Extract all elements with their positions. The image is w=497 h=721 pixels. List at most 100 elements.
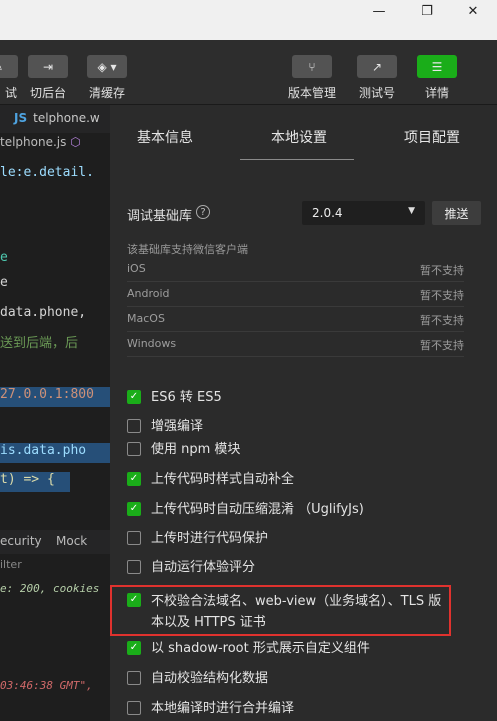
code-editor: JS telphone.w telphone.js ⬡ le:e.detail. … (0, 105, 110, 721)
pencil-icon: ✎ (0, 55, 18, 78)
base-library-value: 2.0.4 (312, 206, 343, 220)
code-line: le:e.detail. (0, 165, 94, 180)
menu-icon: ☰ (417, 55, 457, 78)
code-line: e (0, 250, 8, 265)
help-icon[interactable]: ? (196, 205, 210, 219)
option-shadow-root[interactable]: ✓ 以 shadow-root 形式展示自定义组件 (127, 639, 477, 659)
option-npm[interactable]: 使用 npm 模块 (127, 440, 477, 460)
tab-mock[interactable]: Mock (56, 534, 87, 548)
checkbox[interactable]: ✓ (127, 390, 141, 404)
option-auto-audit[interactable]: 自动运行体验评分 (127, 558, 477, 578)
code-line: t) => { (0, 472, 70, 492)
checkbox[interactable]: ✓ (127, 502, 141, 516)
checkbox[interactable]: ✓ (127, 641, 141, 655)
checkbox[interactable] (127, 701, 141, 715)
editor-tab-label: telphone.w (33, 111, 100, 125)
toolbar-item-test-account[interactable]: ↗ 测试号 (357, 55, 397, 101)
cube-icon: ⬡ (70, 135, 81, 149)
devtools-tabs: ecurity Mock (0, 530, 110, 554)
os-status: 暂不支持 (420, 339, 464, 352)
layers-icon: ◈ ▾ (87, 55, 127, 78)
option-enhanced-compile[interactable]: 增强编译 (127, 417, 477, 437)
option-label: ES6 转 ES5 (151, 390, 222, 405)
option-label: 本地编译时进行合并编译 (151, 701, 295, 716)
code-text: 27.0.0.1:800 (0, 387, 94, 402)
tab-basic-info[interactable]: 基本信息 (137, 127, 193, 147)
code-text: e (0, 275, 8, 290)
os-support-row: iOS 暂不支持 (127, 257, 464, 282)
switch-background-icon: ⇥ (28, 55, 68, 78)
os-name: iOS (127, 262, 146, 275)
toolbar-label: 试 (4, 86, 17, 100)
code-text: is.data.pho (0, 443, 87, 458)
external-link-icon: ↗ (357, 55, 397, 78)
os-support-row: MacOS 暂不支持 (127, 307, 464, 332)
editor-tab[interactable]: JS telphone.w (14, 111, 100, 125)
code-text: 送到后端，后 (0, 336, 79, 351)
maximize-button[interactable]: ❐ (404, 0, 450, 22)
checkbox[interactable]: ✓ (127, 593, 141, 607)
close-button[interactable]: ✕ (450, 0, 496, 22)
tab-security[interactable]: ecurity (0, 534, 42, 548)
code-text: t) => { (0, 472, 55, 487)
checkbox[interactable] (127, 442, 141, 456)
option-style-autoprefix[interactable]: ✓ 上传代码时样式自动补全 (127, 470, 477, 490)
settings-panel: 基本信息 本地设置 项目配置 调试基础库 ? 2.0.4 ▼ 推送 该基础库支持… (110, 105, 497, 721)
code-text: data.phone, (0, 305, 87, 320)
checkbox[interactable] (127, 531, 141, 545)
option-label: 不校验合法域名、web-view（业务域名）、TLS 版本以及 HTTPS 证书 (151, 594, 442, 630)
toolbar-label: 测试号 (358, 86, 395, 100)
option-skip-domain-check[interactable]: ✓ 不校验合法域名、web-view（业务域名）、TLS 版本以及 HTTPS … (127, 591, 457, 633)
checkbox[interactable] (127, 560, 141, 574)
option-label: 自动校验结构化数据 (151, 671, 269, 686)
code-line: e (0, 275, 8, 290)
minimize-button[interactable]: — (356, 0, 402, 22)
checkbox[interactable]: ✓ (127, 472, 141, 486)
push-button[interactable]: 推送 (432, 201, 481, 225)
os-status: 暂不支持 (420, 314, 464, 327)
tab-local-settings[interactable]: 本地设置 (271, 127, 327, 147)
option-es6-to-es5[interactable]: ✓ ES6 转 ES5 (127, 388, 477, 408)
option-label: 上传时进行代码保护 (151, 531, 269, 546)
console-line: e: 200, cookies (0, 582, 99, 595)
breadcrumb[interactable]: telphone.js ⬡ (0, 135, 81, 149)
active-tab-indicator (240, 159, 354, 160)
toolbar-item-details[interactable]: ☰ 详情 (417, 55, 457, 101)
filter-input[interactable]: ilter (0, 558, 22, 571)
js-file-icon: JS (14, 111, 28, 125)
option-label: 上传代码时样式自动补全 (151, 472, 295, 487)
option-label: 增强编译 (151, 419, 204, 434)
console-text: e: 200, cookies (0, 582, 100, 595)
code-text: le:e.detail. (0, 165, 94, 180)
code-text: e (0, 250, 8, 265)
toolbar-item-clear-cache[interactable]: ◈ ▾ 清缓存 (87, 55, 127, 101)
toolbar-item-debug[interactable]: ✎ 试 (0, 55, 18, 101)
os-name: Windows (127, 337, 177, 350)
toolbar-label: 切后台 (29, 86, 66, 100)
tab-project-config[interactable]: 项目配置 (404, 127, 460, 147)
toolbar-label: 版本管理 (288, 86, 337, 100)
option-merge-compile[interactable]: 本地编译时进行合并编译 (127, 699, 477, 719)
base-library-select[interactable]: 2.0.4 ▼ (302, 201, 425, 225)
title-bar: — ❐ ✕ (0, 0, 497, 40)
option-structured-data[interactable]: 自动校验结构化数据 (127, 669, 477, 689)
scrollbar[interactable] (491, 161, 497, 721)
option-label: 上传代码时自动压缩混淆 （UglifyJs) (151, 502, 364, 517)
option-code-protect[interactable]: 上传时进行代码保护 (127, 529, 477, 549)
toolbar-item-background[interactable]: ⇥ 切后台 (28, 55, 68, 101)
console-line: 03:46:38 GMT", (0, 679, 93, 692)
code-line: is.data.pho (0, 443, 110, 463)
breadcrumb-label: telphone.js (0, 135, 67, 149)
console-text: 03:46:38 GMT", (0, 679, 93, 692)
editor-tabstrip: JS telphone.w (0, 105, 110, 133)
option-minify[interactable]: ✓ 上传代码时自动压缩混淆 （UglifyJs) (127, 500, 477, 520)
os-support-row: Windows 暂不支持 (127, 332, 464, 357)
caret-down-icon: ▼ (408, 206, 415, 216)
toolbar-item-version[interactable]: ⑂ 版本管理 (288, 55, 336, 101)
os-support-row: Android 暂不支持 (127, 282, 464, 307)
toolbar: ✎ 试 ⇥ 切后台 ◈ ▾ 清缓存 ⑂ 版本管理 ↗ 测试号 ☰ 详情 (0, 40, 497, 105)
branch-icon: ⑂ (292, 55, 332, 78)
checkbox[interactable] (127, 419, 141, 433)
os-status: 暂不支持 (420, 264, 464, 277)
checkbox[interactable] (127, 671, 141, 685)
